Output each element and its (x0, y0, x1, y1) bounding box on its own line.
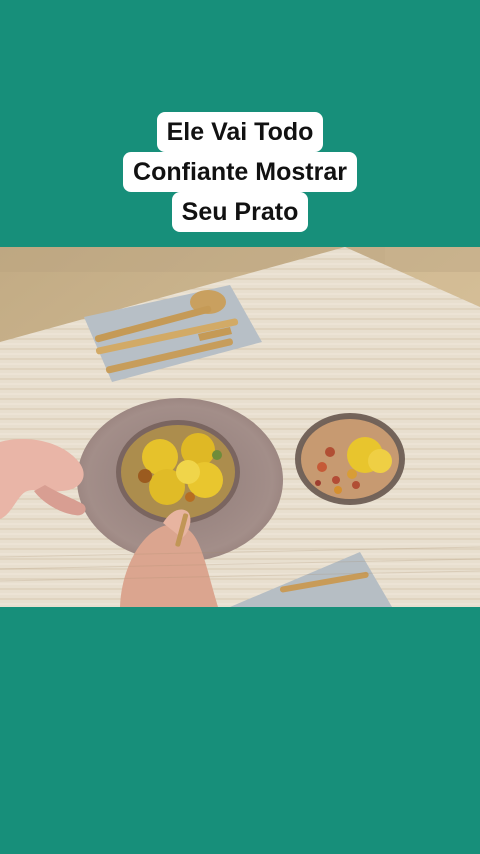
caption-line-1: Ele Vai Todo (156, 112, 324, 152)
caption-box: Ele Vai Todo Confiante Mostrar Seu Prato (0, 112, 480, 232)
food-scene-illustration (0, 247, 480, 607)
caption-line-3: Seu Prato (171, 192, 309, 232)
caption-line-2: Confiante Mostrar (123, 152, 357, 192)
video-frame[interactable] (0, 247, 480, 607)
